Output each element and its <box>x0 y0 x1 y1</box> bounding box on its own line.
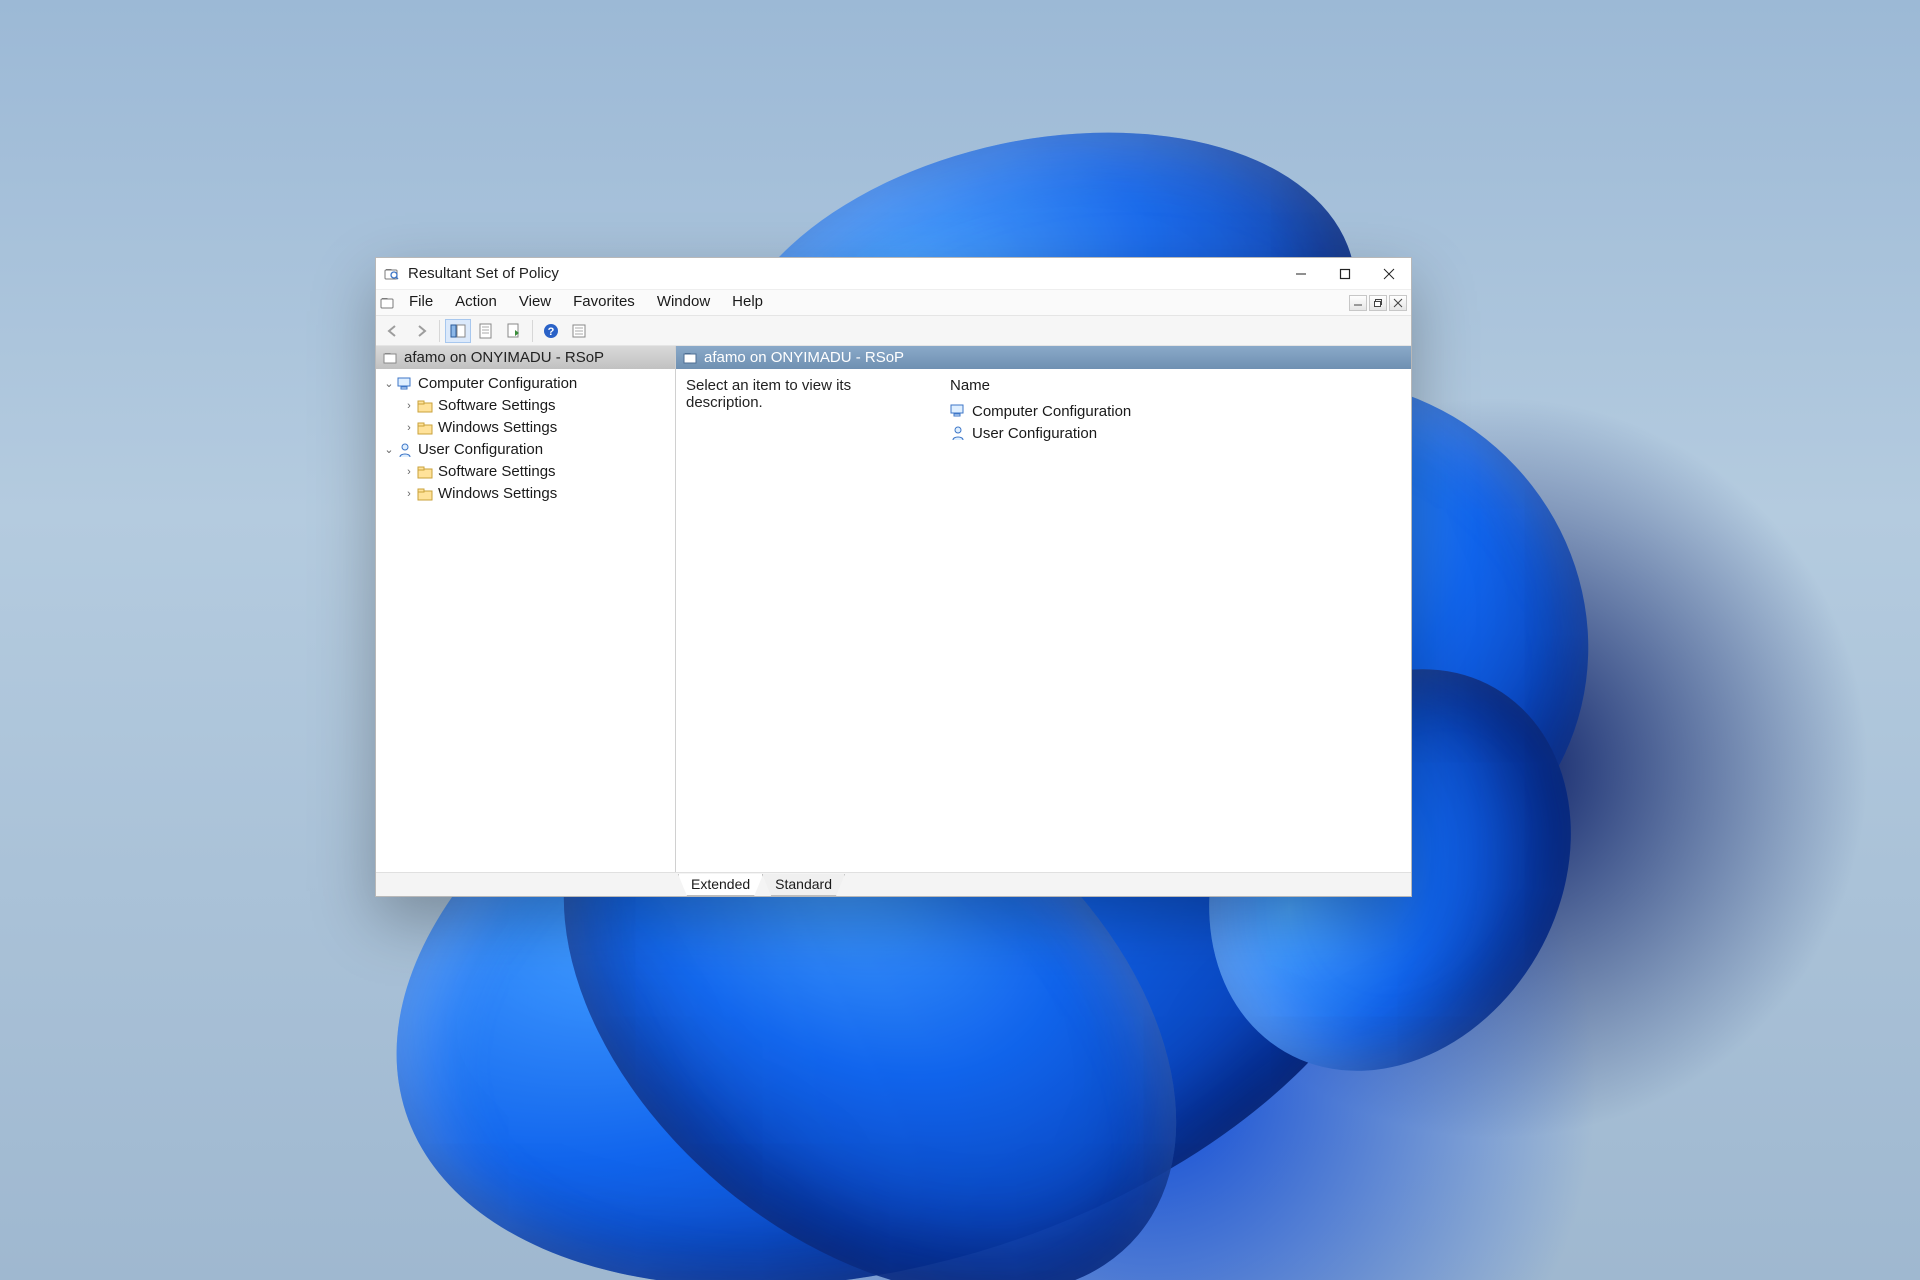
mdi-minimize-button[interactable] <box>1349 295 1367 311</box>
list-item-computer-config[interactable]: Computer Configuration <box>950 400 1401 422</box>
folder-icon <box>416 419 434 437</box>
app-icon <box>382 265 400 283</box>
show-hide-tree-button[interactable] <box>445 319 471 343</box>
properties-button[interactable] <box>473 319 499 343</box>
close-button[interactable] <box>1367 259 1411 289</box>
mdi-restore-button[interactable] <box>1369 295 1387 311</box>
help-button[interactable]: ? <box>538 319 564 343</box>
menu-favorites[interactable]: Favorites <box>562 290 646 315</box>
menubar: File Action View Favorites Window Help <box>376 290 1411 316</box>
minimize-button[interactable] <box>1279 259 1323 289</box>
tree-label: Software Settings <box>438 461 556 483</box>
mdi-controls <box>1349 290 1411 315</box>
tab-extended[interactable]: Extended <box>678 874 763 896</box>
tree-view[interactable]: ⌄ Computer Configuration › Software Sett… <box>376 369 675 509</box>
chevron-down-icon[interactable]: ⌄ <box>382 373 396 395</box>
chevron-right-icon[interactable]: › <box>402 483 416 505</box>
tree-node-uc-software[interactable]: › Software Settings <box>376 461 675 483</box>
bottom-tabs: Extended Standard <box>376 872 1411 896</box>
tree-label: Windows Settings <box>438 483 557 505</box>
user-icon <box>950 425 966 441</box>
tree-pane: afamo on ONYIMADU - RSoP ⌄ Computer Conf… <box>376 346 676 872</box>
tree-label: User Configuration <box>418 439 543 461</box>
description-text: Select an item to view its description. <box>686 377 926 444</box>
tree-label: Windows Settings <box>438 417 557 439</box>
computer-icon <box>950 404 966 418</box>
tree-node-cc-windows[interactable]: › Windows Settings <box>376 417 675 439</box>
list-item-user-config[interactable]: User Configuration <box>950 422 1401 444</box>
rsop-icon <box>382 350 398 366</box>
item-label: User Configuration <box>972 425 1097 442</box>
menu-view[interactable]: View <box>508 290 562 315</box>
forward-button[interactable] <box>408 319 434 343</box>
tree-root-label: afamo on ONYIMADU - RSoP <box>404 349 604 366</box>
menu-action[interactable]: Action <box>444 290 508 315</box>
tree-node-computer-config[interactable]: ⌄ Computer Configuration <box>376 373 675 395</box>
item-list: Name Computer Configuration User Configu… <box>950 377 1401 444</box>
item-label: Computer Configuration <box>972 403 1131 420</box>
tree-node-uc-windows[interactable]: › Windows Settings <box>376 483 675 505</box>
titlebar[interactable]: Resultant Set of Policy <box>376 258 1411 290</box>
menu-window[interactable]: Window <box>646 290 721 315</box>
chevron-right-icon[interactable]: › <box>402 461 416 483</box>
column-header-name[interactable]: Name <box>950 377 1401 394</box>
rsop-icon <box>682 350 698 366</box>
menu-icon <box>376 290 398 315</box>
detail-pane: afamo on ONYIMADU - RSoP Select an item … <box>676 346 1411 872</box>
menu-help[interactable]: Help <box>721 290 774 315</box>
folder-icon <box>416 463 434 481</box>
tree-node-cc-software[interactable]: › Software Settings <box>376 395 675 417</box>
menu-file[interactable]: File <box>398 290 444 315</box>
refresh-button[interactable] <box>566 319 592 343</box>
export-button[interactable] <box>501 319 527 343</box>
mdi-close-button[interactable] <box>1389 295 1407 311</box>
app-window: Resultant Set of Policy File Action View… <box>375 257 1412 897</box>
window-title: Resultant Set of Policy <box>408 265 559 282</box>
toolbar: ? <box>376 316 1411 346</box>
detail-header-label: afamo on ONYIMADU - RSoP <box>704 349 904 366</box>
detail-header[interactable]: afamo on ONYIMADU - RSoP <box>676 346 1411 369</box>
folder-icon <box>416 397 434 415</box>
computer-icon <box>396 375 414 393</box>
maximize-button[interactable] <box>1323 259 1367 289</box>
chevron-right-icon[interactable]: › <box>402 395 416 417</box>
chevron-down-icon[interactable]: ⌄ <box>382 439 396 461</box>
tab-standard[interactable]: Standard <box>762 874 845 896</box>
tree-header[interactable]: afamo on ONYIMADU - RSoP <box>376 346 675 369</box>
chevron-right-icon[interactable]: › <box>402 417 416 439</box>
folder-icon <box>416 485 434 503</box>
back-button[interactable] <box>380 319 406 343</box>
tree-label: Software Settings <box>438 395 556 417</box>
tree-label: Computer Configuration <box>418 373 577 395</box>
svg-text:?: ? <box>548 326 555 338</box>
user-icon <box>396 441 414 459</box>
tree-node-user-config[interactable]: ⌄ User Configuration <box>376 439 675 461</box>
desktop-wallpaper: Resultant Set of Policy File Action View… <box>0 0 1920 1280</box>
